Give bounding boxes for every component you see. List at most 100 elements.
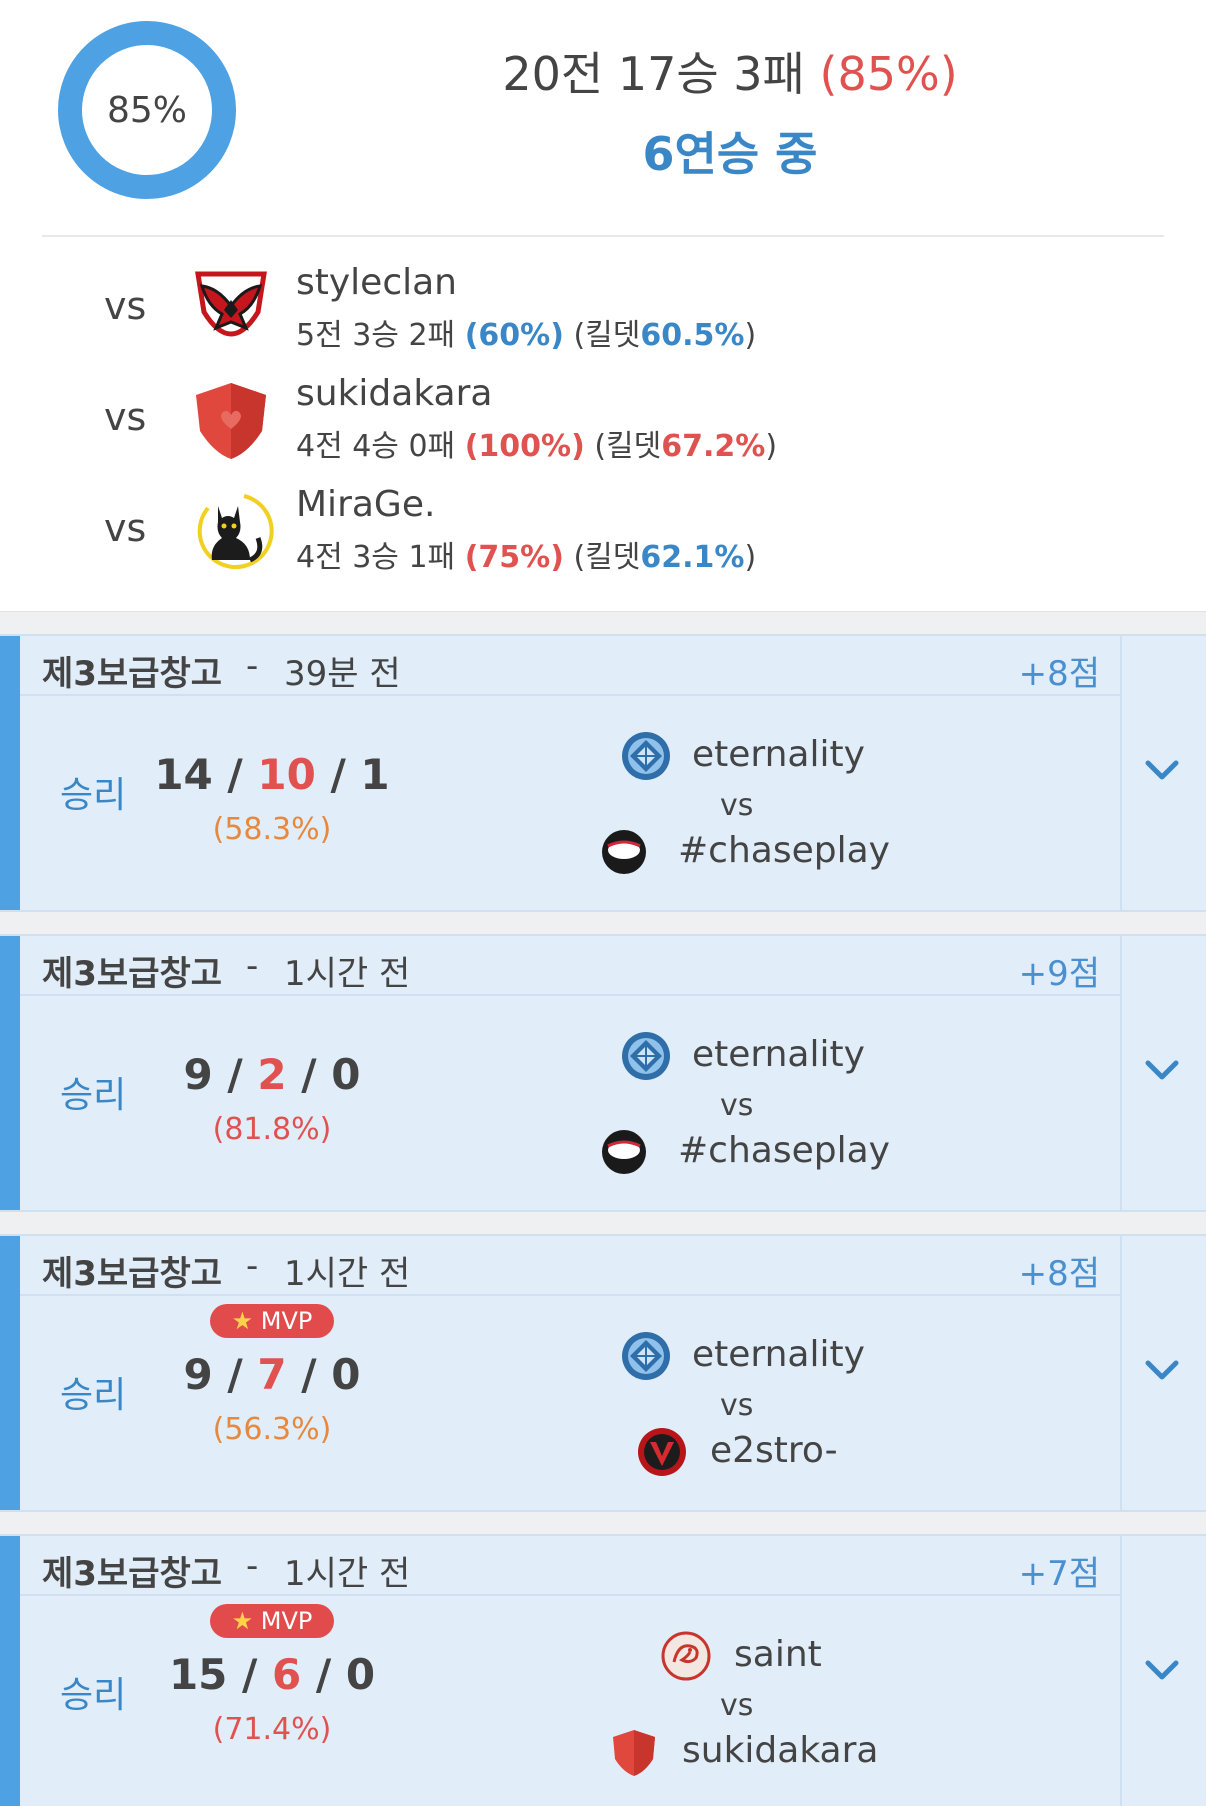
win-rate-label: 85% (106, 89, 187, 131)
opponent-stats: 5전 3승 2패 (60%) (킬뎃60.5%) (296, 310, 756, 354)
vs-label: vs (104, 395, 147, 439)
kda-slash: / (330, 750, 346, 799)
win-streak: 6연승 중 (642, 127, 818, 181)
chevron-down-icon[interactable] (1140, 1348, 1184, 1392)
card-divider (1120, 1236, 1122, 1510)
map-name: 제3보급창고 (42, 1554, 223, 1594)
red-v-logo-icon (638, 1428, 686, 1476)
kd-value: 62.1% (640, 540, 745, 575)
deaths: 7 (257, 1350, 287, 1399)
phoenix-clan-logo-icon (195, 271, 267, 337)
kda-slash: / (301, 1350, 317, 1399)
star-icon: ★ (231, 1307, 254, 1335)
match-time: 39분 전 (284, 654, 401, 694)
kill-percentage: (81.8%) (212, 1112, 332, 1147)
black-mask-logo-icon (602, 1130, 646, 1174)
record-text: 20전 17승 3패 (502, 47, 805, 101)
red-shield-logo-icon (613, 1730, 655, 1776)
map-name: 제3보급창고 (42, 954, 223, 994)
team-name: saint (734, 1634, 822, 1675)
opponent-stats: 4전 3승 1패 (75%) (킬뎃62.1%) (296, 532, 756, 576)
dragon-emblem-logo-icon (661, 1631, 711, 1681)
team-name: eternality (692, 1334, 865, 1375)
match-card[interactable]: 제3보급창고 - 39분 전 +8점 승리 14 / 10 / 1 (58.3%… (0, 634, 1206, 912)
mvp-badge: ★ MVP (210, 1604, 334, 1638)
opponent-row[interactable]: vs styleclan 5전 3승 2패 (60%) (킬뎃60.5%) (0, 254, 1206, 354)
header-separator: - (246, 1246, 259, 1286)
opponent-row[interactable]: vs sukidakara 4전 4승 0패 (100%) (킬뎃67.2%) (0, 365, 1206, 465)
chevron-down-icon[interactable] (1140, 1648, 1184, 1692)
kd-value: 67.2% (661, 429, 766, 464)
map-name: 제3보급창고 (42, 1254, 223, 1294)
deaths: 10 (257, 750, 316, 799)
assists: 0 (345, 1650, 376, 1699)
kill-percentage: (58.3%) (212, 812, 332, 847)
kda-slash: / (242, 1650, 258, 1699)
team-name: e2stro- (710, 1430, 838, 1471)
kills: 9 (183, 1050, 213, 1099)
header-separator: - (246, 646, 259, 686)
match-card[interactable]: 제3보급창고 - 1시간 전 +9점 승리 9 / 2 / 0 (81.8%) … (0, 934, 1206, 1212)
match-card[interactable]: 제3보급창고 - 1시간 전 +7점 ★ MVP 승리 15 / 6 / 0 (… (0, 1534, 1206, 1806)
vs-label: vs (104, 284, 147, 328)
opponent-rate: (75%) (464, 540, 564, 575)
kd-label: (킬뎃 (573, 318, 641, 353)
match-header: 제3보급창고 - 39분 전 +8점 (20, 636, 1120, 696)
win-accent-bar (0, 936, 20, 1210)
blue-crest-logo-icon (622, 1332, 670, 1380)
clan-summary-panel: 85% 20전 17승 3패 (85%) 6연승 중 vs styleclan … (0, 0, 1206, 612)
kd-label: (킬뎃 (573, 540, 641, 575)
points-gained: +7점 (1018, 1554, 1100, 1594)
opponent-name: styleclan (296, 262, 457, 303)
mvp-label: MVP (260, 1607, 313, 1635)
win-accent-bar (0, 1236, 20, 1510)
chevron-down-icon[interactable] (1140, 1048, 1184, 1092)
kda-score: 9 / 2 / 0 (150, 1050, 394, 1099)
kd-value: 60.5% (640, 318, 745, 353)
kills: 9 (183, 1350, 213, 1399)
summary-divider (42, 235, 1164, 237)
kills: 15 (168, 1650, 228, 1699)
win-accent-bar (0, 636, 20, 910)
mvp-badge: ★ MVP (210, 1304, 334, 1338)
opponent-row[interactable]: vs MiraGe. 4전 3승 1패 (75%) (킬뎃62.1%) (0, 476, 1206, 576)
black-mask-logo-icon (602, 830, 646, 874)
match-vs: vs (720, 1688, 754, 1723)
kd-close: ) (744, 318, 757, 353)
kda-slash: / (227, 750, 243, 799)
match-time: 1시간 전 (284, 1554, 411, 1594)
red-shield-logo-icon (196, 383, 266, 459)
team-name: eternality (692, 1034, 865, 1075)
assists: 1 (360, 750, 390, 799)
kda-score: 14 / 10 / 1 (150, 750, 394, 799)
kd-label: (킬뎃 (594, 429, 662, 464)
kda-slash: / (227, 1050, 243, 1099)
chevron-down-icon[interactable] (1140, 748, 1184, 792)
points-gained: +9점 (1018, 954, 1100, 994)
match-result: 승리 (60, 1075, 127, 1116)
match-time: 1시간 전 (284, 1254, 411, 1294)
team-name: sukidakara (682, 1730, 879, 1771)
opponent-name: sukidakara (296, 373, 493, 414)
match-card[interactable]: 제3보급창고 - 1시간 전 +8점 ★ MVP 승리 9 / 7 / 0 (5… (0, 1234, 1206, 1512)
kill-percentage: (71.4%) (212, 1712, 332, 1747)
match-header: 제3보급창고 - 1시간 전 +7점 (20, 1536, 1120, 1596)
kill-percentage: (56.3%) (212, 1412, 332, 1447)
overall-record: 20전 17승 3패 (85%) (360, 38, 1100, 104)
match-vs: vs (720, 1388, 754, 1423)
win-accent-bar (0, 1536, 20, 1806)
match-time: 1시간 전 (284, 954, 411, 994)
blue-crest-logo-icon (622, 1032, 670, 1080)
deaths: 2 (257, 1050, 287, 1099)
match-result: 승리 (60, 775, 127, 816)
match-vs: vs (720, 1088, 754, 1123)
opponent-rate: (100%) (464, 429, 585, 464)
assists: 0 (331, 1050, 361, 1099)
team-name: #chaseplay (678, 1130, 890, 1171)
opponent-record: 4전 3승 1패 (296, 540, 456, 575)
kd-close: ) (744, 540, 757, 575)
kda-score: 9 / 7 / 0 (150, 1350, 394, 1399)
opponent-record: 4전 4승 0패 (296, 429, 456, 464)
kda-score: 15 / 6 / 0 (150, 1650, 394, 1699)
header-separator: - (246, 946, 259, 986)
